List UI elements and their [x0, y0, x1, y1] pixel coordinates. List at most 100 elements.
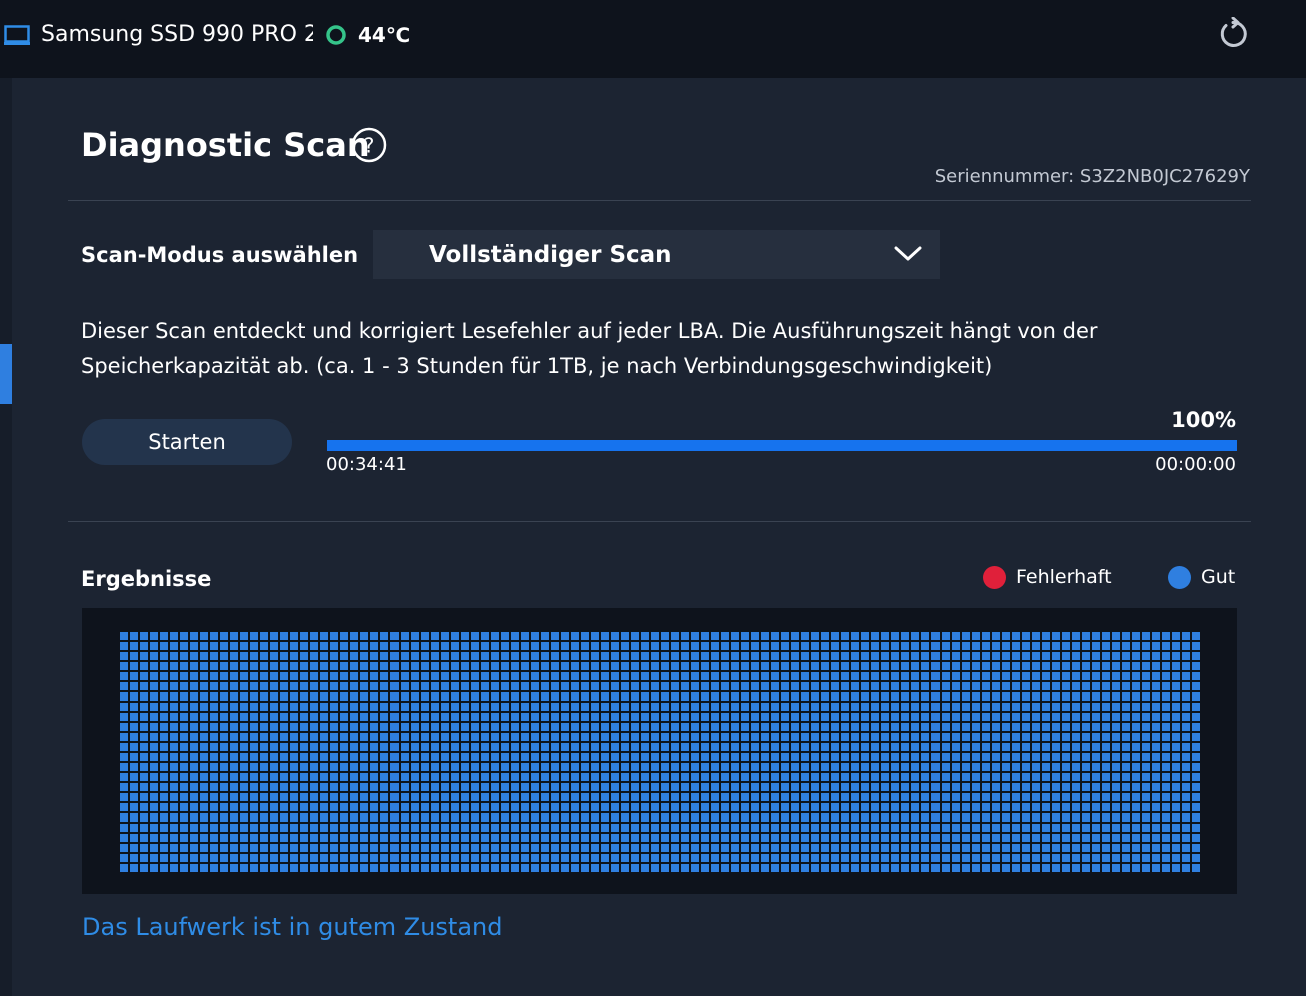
scan-block: [250, 853, 259, 862]
scan-block: [1071, 632, 1080, 641]
scan-block: [801, 783, 810, 792]
svg-text:?: ?: [364, 134, 375, 158]
scan-block: [180, 823, 189, 832]
scan-block: [1131, 652, 1140, 661]
scan-block: [390, 803, 399, 812]
scan-block: [1091, 662, 1100, 671]
scan-block: [390, 682, 399, 691]
scan-block: [420, 702, 429, 711]
scan-block: [931, 672, 940, 681]
scan-block: [841, 763, 850, 772]
scan-block: [590, 763, 599, 772]
scan-block: [711, 823, 720, 832]
scan-block: [1051, 833, 1060, 842]
scan-block: [580, 773, 589, 782]
scan-mode-select[interactable]: Vollständiger Scan: [373, 230, 940, 279]
scan-block: [841, 793, 850, 802]
scan-block: [120, 843, 129, 852]
scan-block: [550, 682, 559, 691]
scan-block: [941, 853, 950, 862]
scan-block: [831, 632, 840, 641]
scan-block: [951, 732, 960, 741]
scan-block: [761, 843, 770, 852]
scan-block: [490, 813, 499, 822]
scan-block: [270, 833, 279, 842]
scan-block: [660, 843, 670, 852]
scan-block: [1071, 833, 1080, 842]
scan-block: [821, 672, 830, 681]
scan-block: [310, 712, 319, 721]
scan-block: [921, 773, 930, 782]
scan-block: [1041, 632, 1050, 641]
scan-block: [460, 863, 469, 872]
scan-block: [250, 722, 259, 731]
scan-block: [881, 662, 890, 671]
scan-block: [390, 763, 399, 772]
scan-block: [931, 722, 940, 731]
scan-block: [260, 803, 269, 812]
scan-block: [731, 682, 740, 691]
scan-block: [1141, 803, 1150, 812]
scan-block: [620, 632, 629, 641]
scan-block: [210, 662, 219, 671]
scan-block: [1081, 752, 1090, 762]
scan-block: [811, 853, 820, 862]
scan-block: [951, 662, 960, 671]
scan-block: [160, 642, 169, 651]
scan-block: [530, 732, 539, 741]
scan-block: [430, 752, 439, 762]
scan-block: [1171, 672, 1180, 681]
scan-block: [560, 662, 569, 671]
scan-block: [600, 843, 609, 852]
scan-block: [370, 752, 379, 762]
scan-block: [550, 853, 559, 862]
temperature-ring-icon: [326, 25, 346, 45]
scan-block: [811, 863, 820, 872]
scan-block: [701, 722, 710, 731]
scan-block: [500, 843, 509, 852]
scan-block: [490, 843, 499, 852]
scan-block: [1131, 672, 1140, 681]
scan-block: [540, 863, 549, 872]
scan-block: [360, 813, 369, 822]
scan-block: [1111, 773, 1120, 782]
start-button[interactable]: Starten: [82, 419, 292, 465]
scan-block: [1051, 682, 1060, 691]
scan-block: [160, 682, 169, 691]
scan-block: [400, 732, 409, 741]
scan-block: [170, 682, 179, 691]
scan-block: [871, 783, 880, 792]
scan-block: [981, 732, 990, 741]
scan-block: [580, 843, 589, 852]
scan-block: [360, 732, 369, 741]
scan-block: [360, 652, 369, 661]
scan-block: [691, 712, 700, 721]
scan-block: [520, 763, 529, 772]
scan-block: [1011, 732, 1020, 741]
scan-block: [1021, 752, 1030, 762]
scan-block: [610, 682, 619, 691]
results-title: Ergebnisse: [81, 567, 212, 591]
scan-block: [350, 742, 359, 751]
scan-block: [540, 853, 549, 862]
scan-block: [1121, 712, 1130, 721]
scan-block: [1081, 682, 1090, 691]
refresh-icon[interactable]: [1216, 17, 1250, 51]
scan-block: [971, 722, 980, 731]
scan-block: [580, 702, 589, 711]
scan-block: [921, 742, 930, 751]
scan-block: [630, 803, 639, 812]
scan-block: [741, 692, 750, 701]
help-icon[interactable]: ?: [351, 127, 387, 163]
scan-block: [500, 773, 509, 782]
scan-block: [901, 712, 910, 721]
device-name[interactable]: Samsung SSD 990 PRO 2TB: [41, 20, 313, 50]
scan-block: [911, 742, 920, 751]
scan-block: [1001, 632, 1010, 641]
scan-block: [691, 773, 700, 782]
scan-block: [530, 843, 539, 852]
scan-block: [570, 712, 579, 721]
scan-block: [470, 773, 479, 782]
scan-block: [1001, 702, 1010, 711]
scan-block: [320, 652, 329, 661]
